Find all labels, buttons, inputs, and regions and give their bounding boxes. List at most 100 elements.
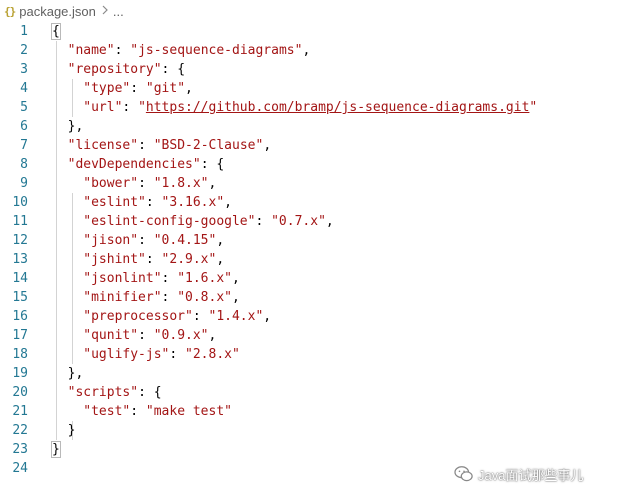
json-string: "0.9.x" bbox=[153, 328, 209, 343]
json-punctuation: }, bbox=[67, 119, 84, 134]
json-key: "type" bbox=[83, 81, 131, 96]
code-line[interactable]: 13 "jshint": "2.9.x", bbox=[0, 250, 620, 269]
json-file-icon: {} bbox=[4, 4, 16, 18]
json-key: "jison" bbox=[83, 233, 139, 248]
json-punctuation: : bbox=[145, 252, 162, 267]
json-punctuation: , bbox=[224, 195, 232, 210]
line-number: 4 bbox=[20, 81, 28, 96]
json-key: "devDependencies" bbox=[67, 157, 201, 172]
code-text: "jison": "0.4.15", bbox=[83, 231, 224, 250]
json-key: "minifier" bbox=[83, 290, 162, 305]
breadcrumb-more[interactable]: ... bbox=[113, 4, 124, 19]
json-key: "eslint" bbox=[83, 195, 146, 210]
json-string: "BSD-2-Clause" bbox=[153, 138, 264, 153]
code-line[interactable]: 8 "devDependencies": { bbox=[0, 155, 620, 174]
json-key: "bower" bbox=[83, 176, 139, 191]
json-punctuation: , bbox=[325, 214, 334, 229]
code-line[interactable]: 16 "preprocessor": "1.4.x", bbox=[0, 307, 620, 326]
line-number: 6 bbox=[20, 119, 28, 134]
code-line[interactable]: 15 "minifier": "0.8.x", bbox=[0, 288, 620, 307]
json-key: "repository" bbox=[67, 62, 162, 77]
json-punctuation: , bbox=[216, 252, 225, 267]
code-text: }, bbox=[68, 364, 84, 383]
json-string: " bbox=[138, 100, 146, 115]
code-line[interactable]: 18 "uglify-js": "2.8.x" bbox=[0, 345, 620, 364]
code-line[interactable]: 7 "license": "BSD-2-Clause", bbox=[0, 136, 620, 155]
code-text: "preprocessor": "1.4.x", bbox=[83, 307, 271, 326]
json-punctuation: , bbox=[208, 176, 217, 191]
line-number: 1 bbox=[20, 24, 28, 39]
line-number: 17 bbox=[12, 328, 28, 343]
code-line[interactable]: 1{ bbox=[0, 22, 620, 41]
json-punctuation: , bbox=[302, 43, 311, 58]
json-url-link[interactable]: https://github.com/bramp/js-sequence-dia… bbox=[146, 100, 530, 115]
code-line[interactable]: 19}, bbox=[0, 364, 620, 383]
code-editor[interactable]: 1{2 "name": "js-sequence-diagrams", 3 "repo… bbox=[0, 22, 620, 501]
json-punctuation: , bbox=[263, 138, 272, 153]
code-text: "eslint-config-google": "0.7.x", bbox=[83, 212, 333, 231]
watermark: Java面试那些事儿 bbox=[454, 463, 583, 485]
code-line[interactable]: 6}, bbox=[0, 117, 620, 136]
code-line[interactable]: 3 "repository": { bbox=[0, 60, 620, 79]
json-punctuation: : bbox=[130, 81, 146, 96]
json-punctuation: : bbox=[114, 43, 131, 58]
code-line[interactable]: 11 "eslint-config-google": "0.7.x", bbox=[0, 212, 620, 231]
json-string: "2.8.x" bbox=[185, 347, 240, 362]
code-line[interactable]: 23} bbox=[0, 440, 620, 459]
json-key: "preprocessor" bbox=[83, 309, 193, 324]
code-line[interactable]: 17 "qunit": "0.9.x", bbox=[0, 326, 620, 345]
line-number: 12 bbox=[12, 233, 28, 248]
json-punctuation: : bbox=[161, 290, 178, 305]
line-number: 19 bbox=[12, 366, 28, 381]
line-number: 18 bbox=[12, 347, 28, 362]
code-line[interactable]: 12 "jison": "0.4.15", bbox=[0, 231, 620, 250]
json-punctuation: , bbox=[232, 271, 240, 286]
json-punctuation: : bbox=[122, 100, 139, 115]
line-number: 5 bbox=[20, 100, 28, 115]
json-key: "license" bbox=[67, 138, 139, 153]
json-punctuation: { bbox=[51, 23, 61, 40]
code-text: "repository": { bbox=[68, 60, 185, 79]
line-number: 7 bbox=[20, 138, 28, 153]
json-string: "make test" bbox=[145, 404, 232, 419]
code-text: "minifier": "0.8.x", bbox=[83, 288, 240, 307]
line-number: 20 bbox=[12, 385, 28, 400]
json-key: "test" bbox=[83, 404, 131, 419]
code-line[interactable]: 14 "jsonlint": "1.6.x", bbox=[0, 269, 620, 288]
json-string: "0.8.x" bbox=[177, 290, 232, 305]
breadcrumb-file-name[interactable]: package.json bbox=[19, 4, 96, 19]
json-string: "1.8.x" bbox=[153, 176, 209, 191]
line-number: 2 bbox=[20, 43, 28, 58]
line-number: 24 bbox=[12, 461, 28, 476]
json-punctuation: , bbox=[263, 309, 272, 324]
code-text: "eslint": "3.16.x", bbox=[83, 193, 232, 212]
json-key: "name" bbox=[67, 43, 115, 58]
code-line[interactable]: 10 "eslint": "3.16.x", bbox=[0, 193, 620, 212]
code-line[interactable]: 5 "url": "https://github.com/bramp/js-seq… bbox=[0, 98, 620, 117]
code-line[interactable]: 9 "bower": "1.8.x", bbox=[0, 174, 620, 193]
json-punctuation: : bbox=[192, 309, 209, 324]
chevron-right-icon bbox=[102, 4, 109, 18]
code-text: "jsonlint": "1.6.x", bbox=[83, 269, 240, 288]
code-line[interactable]: 4 "type": "git", bbox=[0, 79, 620, 98]
json-punctuation: : bbox=[145, 195, 162, 210]
code-text: "jshint": "2.9.x", bbox=[83, 250, 224, 269]
code-text: "type": "git", bbox=[83, 79, 193, 98]
code-line[interactable]: 20 "scripts": { bbox=[0, 383, 620, 402]
code-line[interactable]: 21 "test": "make test" bbox=[0, 402, 620, 421]
line-number: 15 bbox=[12, 290, 28, 305]
json-punctuation: : { bbox=[200, 157, 225, 172]
json-punctuation: : bbox=[138, 138, 154, 153]
json-punctuation: } bbox=[51, 441, 61, 458]
breadcrumb: {} package.json ... bbox=[0, 0, 620, 22]
json-key: "jshint" bbox=[83, 252, 146, 267]
code-text: { bbox=[51, 22, 61, 41]
json-string: "2.9.x" bbox=[161, 252, 217, 267]
watermark-text: Java面试那些事儿 bbox=[478, 467, 584, 483]
json-punctuation: : bbox=[138, 176, 154, 191]
code-text: }, bbox=[68, 117, 84, 136]
code-line[interactable]: 2 "name": "js-sequence-diagrams", bbox=[0, 41, 620, 60]
line-number: 21 bbox=[12, 404, 28, 419]
code-text: "name": "js-sequence-diagrams", bbox=[68, 41, 311, 60]
code-line[interactable]: 22} bbox=[0, 421, 620, 440]
